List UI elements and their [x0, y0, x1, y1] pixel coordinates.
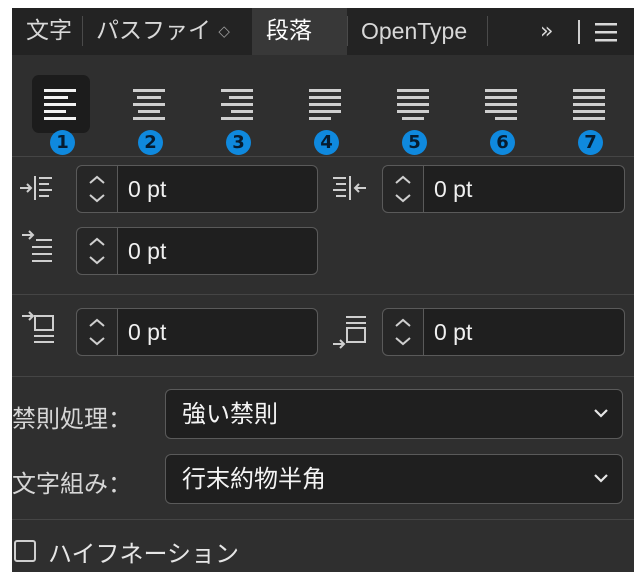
align-center-icon	[133, 89, 165, 120]
justify-last-right-button[interactable]	[472, 75, 530, 133]
tab-opentype[interactable]: OpenType	[347, 8, 487, 55]
marker-5: 5	[402, 130, 427, 155]
marker-6: 6	[490, 130, 515, 155]
left-indent-icon	[20, 176, 52, 200]
right-indent-stepper[interactable]	[382, 165, 424, 213]
align-right-icon	[221, 89, 253, 120]
right-indent-icon	[333, 176, 366, 200]
marker-4: 4	[314, 130, 339, 155]
justify-last-right-icon	[485, 89, 517, 120]
align-right-button[interactable]	[208, 75, 266, 133]
marker-1: 1	[50, 130, 75, 155]
tab-character[interactable]: 文字	[12, 8, 82, 55]
first-line-indent-input[interactable]: 0 pt	[118, 227, 318, 275]
mojikumi-label: 文字組み：	[12, 470, 132, 498]
align-center-button[interactable]	[120, 75, 178, 133]
overflow-tabs-icon[interactable]: »	[540, 8, 553, 55]
mojikumi-value: 行末約物半角	[182, 465, 326, 493]
panel-tabs: 文字 パスファイ ◇ 段落 OpenType »	[12, 8, 634, 55]
kinsoku-label: 禁則処理：	[12, 405, 132, 433]
tab-paragraph[interactable]: 段落	[252, 8, 347, 55]
paragraph-panel: 文字 パスファイ ◇ 段落 OpenType » 1 2 3 4 5 6 7 0…	[12, 8, 634, 572]
stepper-arrows-icon	[89, 175, 105, 203]
stepper-arrows-icon	[89, 318, 105, 346]
space-before-input[interactable]: 0 pt	[118, 308, 318, 356]
align-left-icon	[44, 89, 76, 120]
stepper-arrows-icon	[89, 237, 105, 265]
justify-last-center-button[interactable]	[384, 75, 442, 133]
divider	[12, 519, 634, 520]
justify-last-left-button[interactable]	[296, 75, 354, 133]
justify-last-left-icon	[309, 89, 341, 120]
hyphenation-checkbox[interactable]	[14, 540, 36, 562]
space-before-stepper[interactable]	[76, 308, 118, 356]
marker-2: 2	[138, 130, 163, 155]
space-after-icon	[333, 316, 366, 349]
marker-3: 3	[226, 130, 251, 155]
space-after-input[interactable]: 0 pt	[424, 308, 625, 356]
right-indent-input[interactable]: 0 pt	[424, 165, 625, 213]
mojikumi-dropdown[interactable]: 行末約物半角	[165, 454, 623, 504]
kinsoku-value: 強い禁則	[182, 400, 278, 428]
space-before-icon	[22, 311, 54, 343]
chevron-down-icon	[594, 474, 608, 483]
left-indent-stepper[interactable]	[76, 165, 118, 213]
hamburger-menu-icon[interactable]	[595, 21, 617, 43]
first-line-indent-icon	[22, 230, 52, 262]
marker-7: 7	[578, 130, 603, 155]
tab-resize-icon[interactable]: ◇	[218, 22, 230, 40]
left-indent-input[interactable]: 0 pt	[118, 165, 318, 213]
align-left-button[interactable]	[32, 75, 90, 133]
stepper-arrows-icon	[395, 318, 411, 346]
divider	[12, 156, 634, 157]
justify-all-icon	[573, 89, 605, 120]
divider	[12, 376, 634, 377]
space-after-stepper[interactable]	[382, 308, 424, 356]
justify-last-center-icon	[397, 89, 429, 120]
tab-pathfinder[interactable]: パスファイ ◇	[82, 8, 252, 55]
stepper-arrows-icon	[395, 175, 411, 203]
justify-all-button[interactable]	[560, 75, 618, 133]
chevron-down-icon	[594, 409, 608, 418]
divider	[12, 294, 634, 295]
hyphenation-label[interactable]: ハイフネーション	[48, 534, 239, 569]
first-line-indent-stepper[interactable]	[76, 227, 118, 275]
kinsoku-dropdown[interactable]: 強い禁則	[165, 389, 623, 439]
